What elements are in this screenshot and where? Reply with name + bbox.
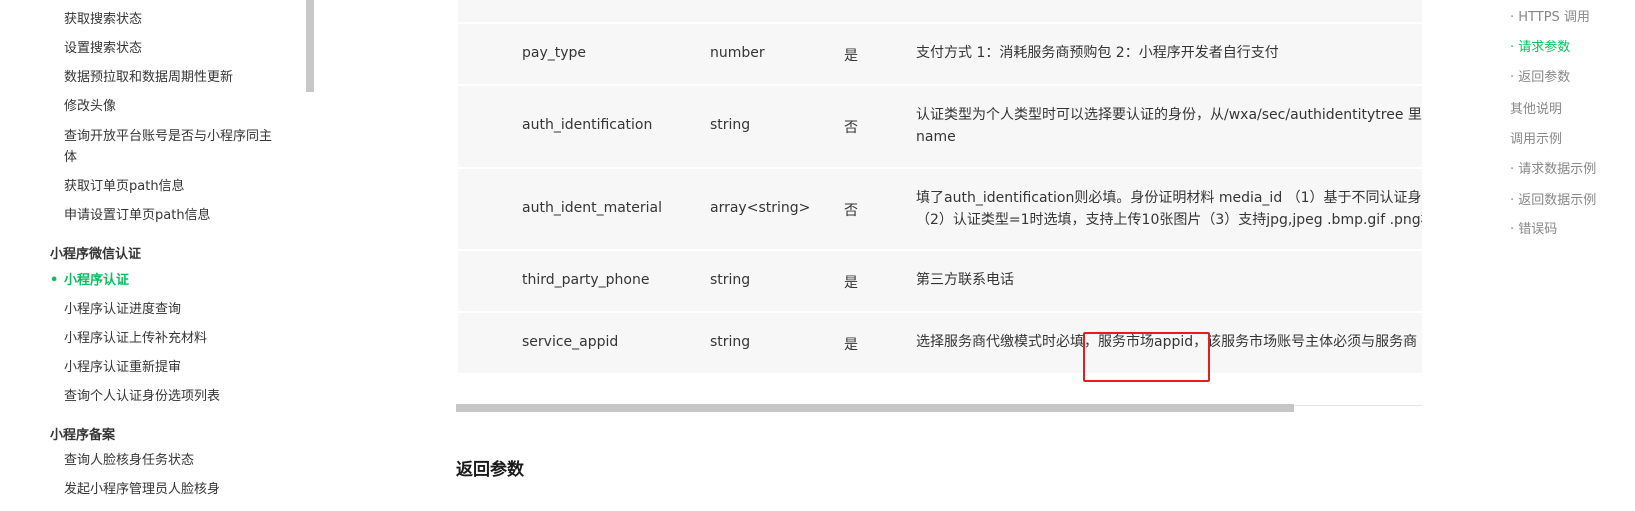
toc-item-response-example[interactable]: · 返回数据示例 <box>1510 192 1596 210</box>
sidebar-item-auth-upload-material[interactable]: 小程序认证上传补充材料 <box>64 328 207 349</box>
sidebar-item-start-face-verify[interactable]: 发起小程序管理员人脸核身 <box>64 479 220 500</box>
highlight-annotation-box <box>1083 332 1210 382</box>
table-row: third_party_phone string 是 第三方联系电话 <box>458 251 1422 313</box>
sidebar-item-set-search-status[interactable]: 设置搜索状态 <box>64 38 142 59</box>
sidebar-scrollbar[interactable] <box>306 0 314 92</box>
param-desc: （2）认证类型=1时选填，支持上传10张图片（3）支持jpg,jpeg .bmp… <box>916 212 1422 228</box>
sidebar-item-miniprogram-auth[interactable]: • 小程序认证 <box>50 270 129 291</box>
param-type: string <box>710 334 751 350</box>
sidebar-item-change-avatar[interactable]: 修改头像 <box>64 96 116 117</box>
toc-item-request-params[interactable]: · 请求参数 <box>1510 39 1570 57</box>
request-params-table: pay_type number 是 支付方式 1：消耗服务商预购包 2：小程序开… <box>458 0 1422 392</box>
param-type: string <box>710 117 751 133</box>
table-row <box>458 0 1422 24</box>
toc-item-request-example[interactable]: · 请求数据示例 <box>1510 161 1596 179</box>
param-name: third_party_phone <box>522 272 650 288</box>
toc-item-https[interactable]: · HTTPS 调用 <box>1510 9 1590 27</box>
active-dot-icon: • <box>50 273 59 288</box>
param-desc: name <box>916 129 956 145</box>
sidebar-group-wechat-auth[interactable]: 小程序微信认证 <box>50 244 141 265</box>
table-row: pay_type number 是 支付方式 1：消耗服务商预购包 2：小程序开… <box>458 24 1422 86</box>
param-type: string <box>710 272 751 288</box>
param-desc: 填了auth_identification则必填。身份证明材料 media_id… <box>916 190 1422 206</box>
sidebar-item-prefetch-data[interactable]: 数据预拉取和数据周期性更新 <box>64 67 233 88</box>
param-required: 否 <box>844 203 858 219</box>
sidebar-item-get-order-path[interactable]: 获取订单页path信息 <box>64 176 185 197</box>
table-row: auth_ident_material array<string> 否 填了au… <box>458 169 1422 251</box>
param-name: auth_ident_material <box>522 200 662 216</box>
table-row: auth_identification string 否 认证类型为个人类型时可… <box>458 86 1422 169</box>
table-of-contents: · HTTPS 调用 · 请求参数 · 返回参数 其他说明 调用示例 · 请求数… <box>1510 0 1635 511</box>
param-desc: 支付方式 1：消耗服务商预购包 2：小程序开发者自行支付 <box>916 45 1279 61</box>
param-required: 是 <box>844 48 858 64</box>
param-type: number <box>710 45 765 61</box>
param-type: array<string> <box>710 200 811 216</box>
sidebar-nav: 获取搜索状态 设置搜索状态 数据预拉取和数据周期性更新 修改头像 查询开放平台账… <box>0 0 316 511</box>
table-row: service_appid string 是 选择服务商代缴模式时必填，服务市场… <box>458 313 1422 375</box>
return-params-heading: 返回参数 <box>456 460 524 480</box>
param-name: auth_identification <box>522 117 653 133</box>
param-name: pay_type <box>522 45 587 61</box>
param-required: 否 <box>844 120 858 136</box>
param-desc: 第三方联系电话 <box>916 272 1014 288</box>
sidebar-item-auth-resubmit[interactable]: 小程序认证重新提审 <box>64 357 181 378</box>
toc-item-call-example[interactable]: 调用示例 <box>1510 131 1562 149</box>
sidebar-item-auth-progress[interactable]: 小程序认证进度查询 <box>64 299 181 320</box>
param-name: service_appid <box>522 334 619 350</box>
toc-item-other-notes[interactable]: 其他说明 <box>1510 101 1562 119</box>
sidebar-group-filing[interactable]: 小程序备案 <box>50 425 115 446</box>
sidebar-item-apply-order-path[interactable]: 申请设置订单页path信息 <box>64 205 211 226</box>
table-horizontal-scrollbar[interactable] <box>456 404 1294 412</box>
sidebar-item-query-same-subject[interactable]: 查询开放平台账号是否与小程序同主体 <box>64 126 284 168</box>
toc-item-return-params[interactable]: · 返回参数 <box>1510 69 1570 87</box>
param-required: 是 <box>844 275 858 291</box>
sidebar-item-face-verify-status[interactable]: 查询人脸核身任务状态 <box>64 450 194 471</box>
sidebar-item-identity-options[interactable]: 查询个人认证身份选项列表 <box>64 386 220 407</box>
param-required: 是 <box>844 337 858 353</box>
sidebar-item-get-search-status[interactable]: 获取搜索状态 <box>64 9 142 30</box>
param-desc: 认证类型为个人类型时可以选择要认证的身份，从/wxa/sec/authident… <box>916 107 1422 123</box>
toc-item-error-codes[interactable]: · 错误码 <box>1510 221 1557 239</box>
sidebar-item-label: 小程序认证 <box>64 273 130 288</box>
